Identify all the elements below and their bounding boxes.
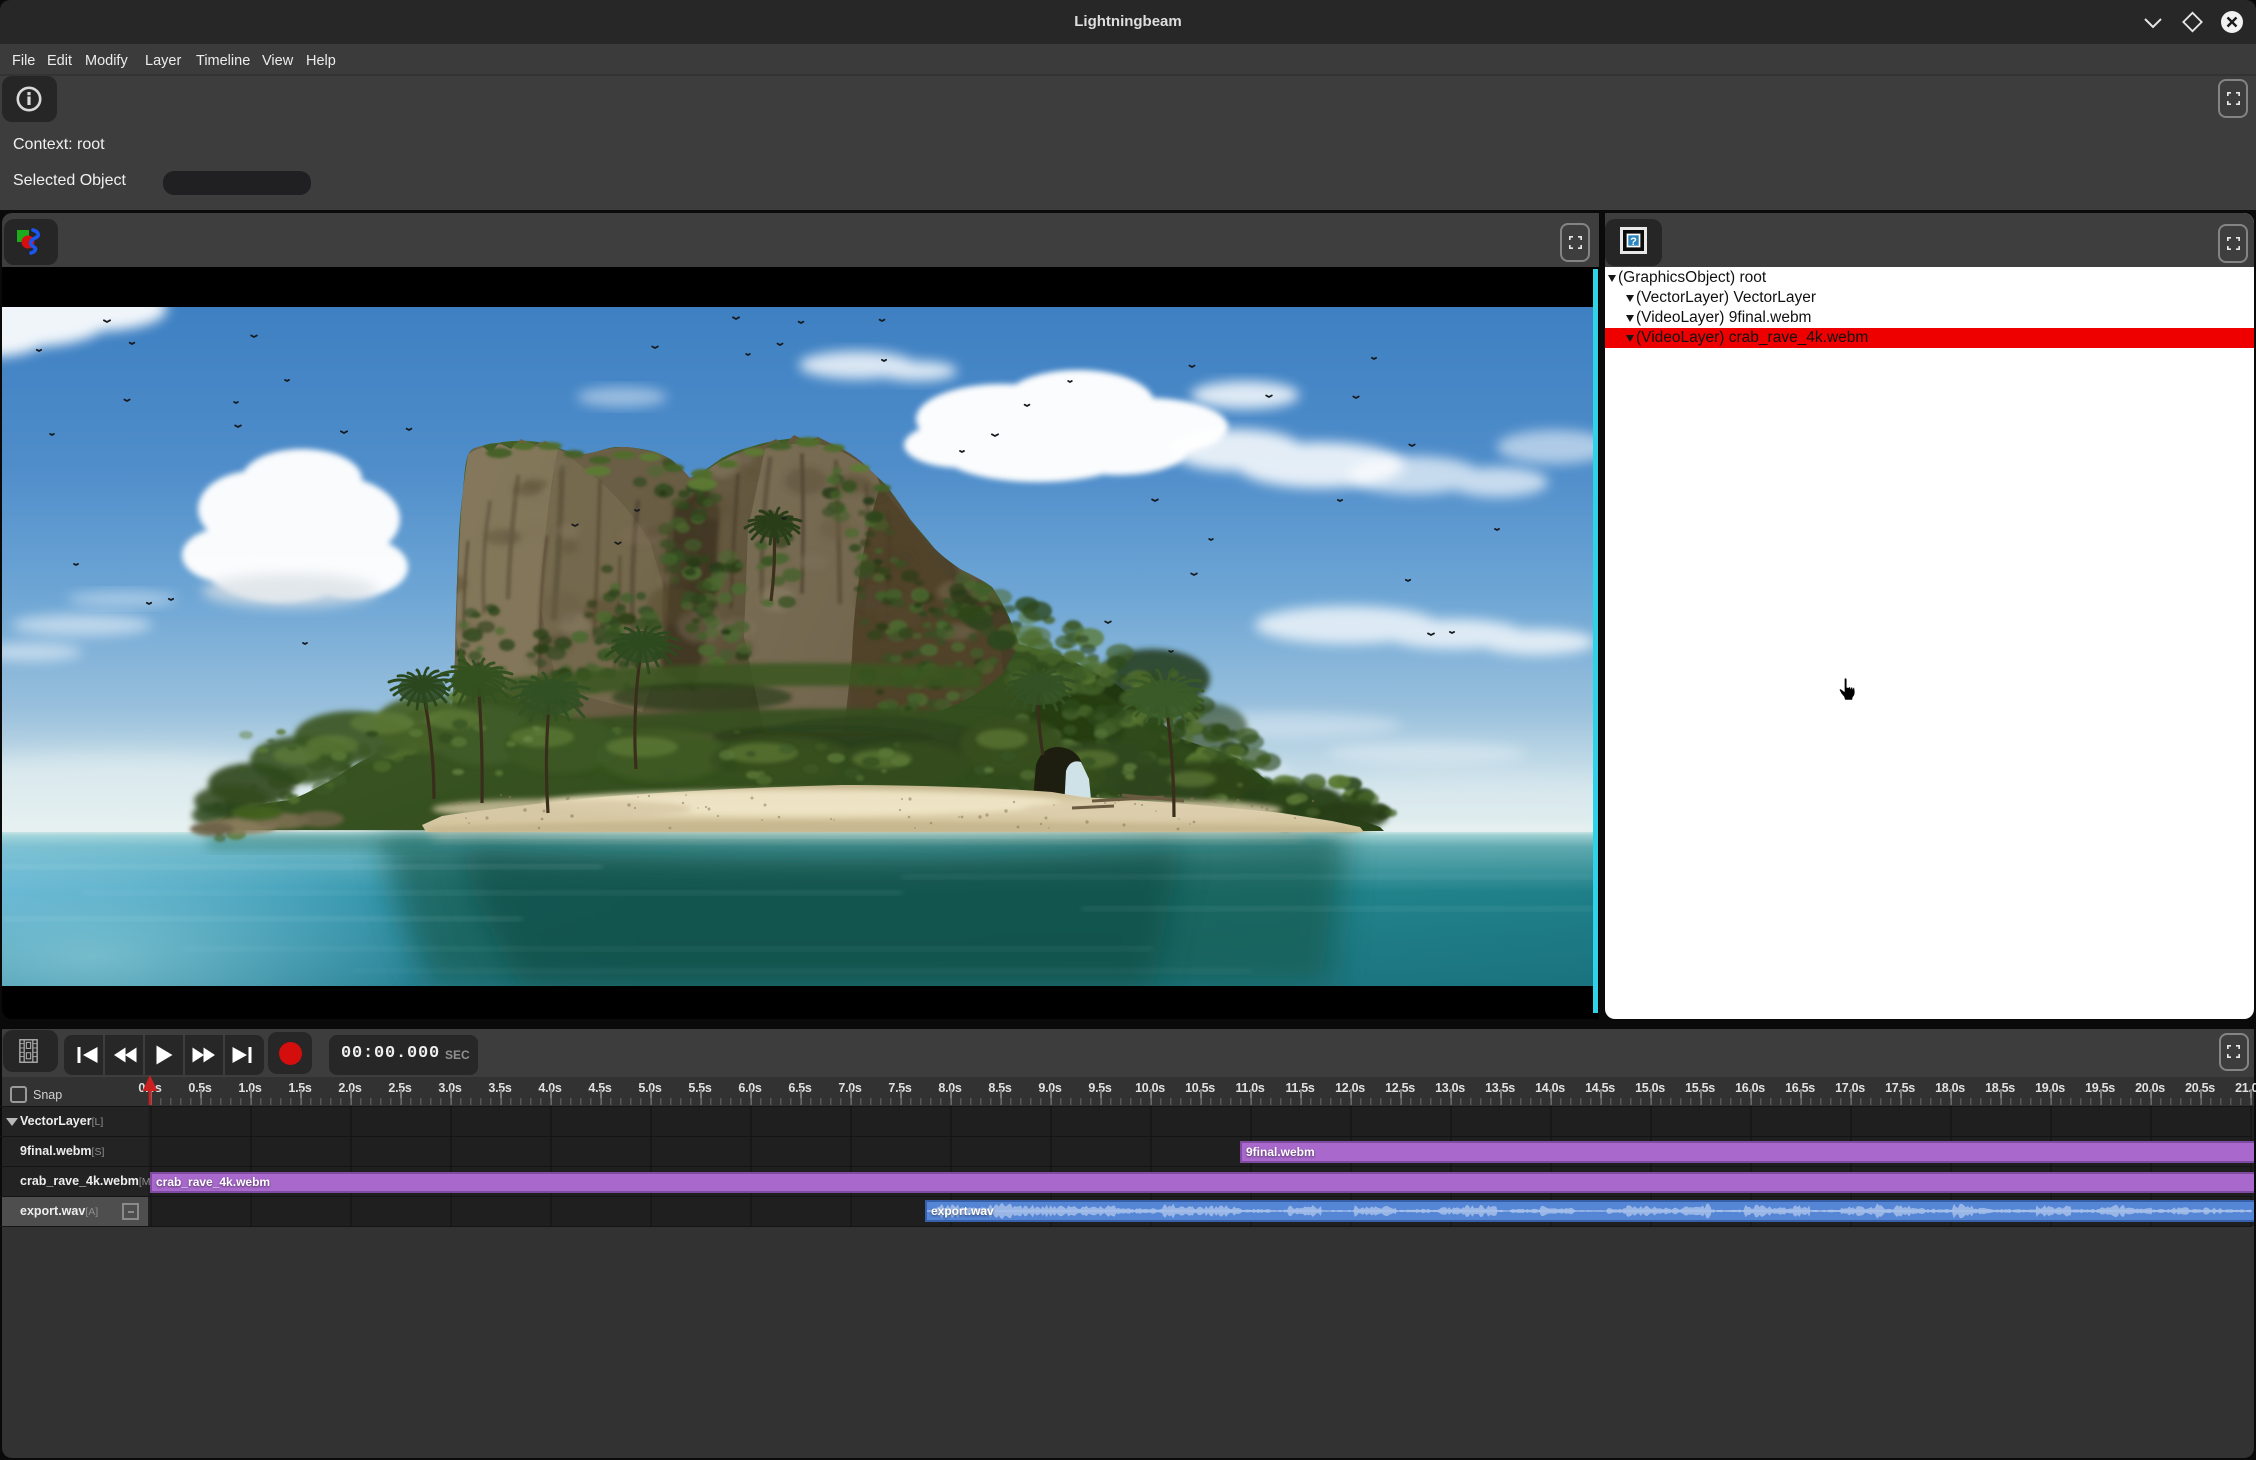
svg-text:?: ? (1630, 236, 1637, 248)
